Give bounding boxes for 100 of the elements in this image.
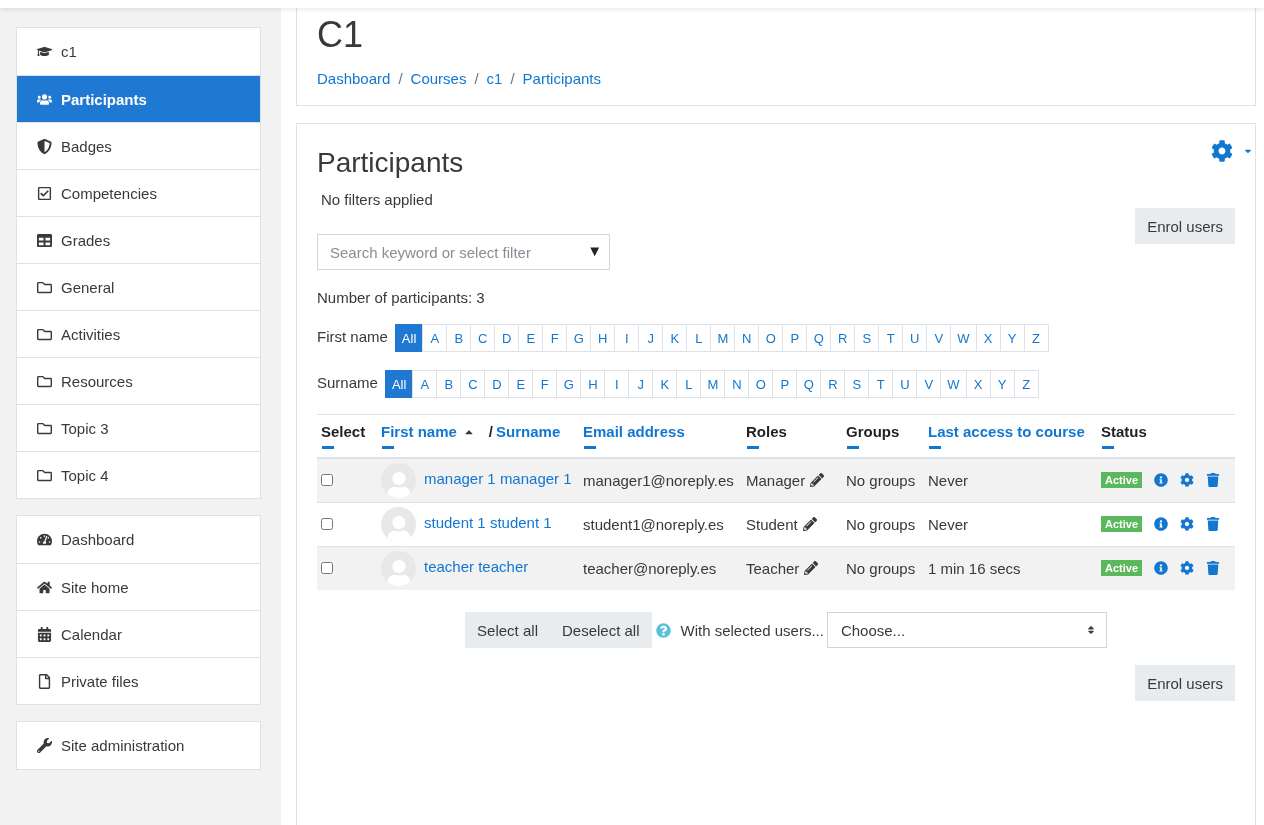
pencil-icon[interactable] — [804, 561, 819, 576]
initial-filter[interactable]: J — [628, 370, 654, 398]
initial-filter[interactable]: U — [902, 324, 928, 352]
column-header[interactable]: Email address — [583, 423, 685, 440]
participant-name-link[interactable]: teacher teacher — [424, 557, 529, 575]
initials-label: Surname — [317, 373, 378, 393]
graduation-cap-icon — [37, 44, 52, 59]
initial-filter[interactable]: D — [484, 370, 510, 398]
initial-filter[interactable]: O — [758, 324, 784, 352]
breadcrumb-separator: / — [474, 70, 479, 87]
initial-filter[interactable]: V — [926, 324, 952, 352]
initial-filter[interactable]: G — [556, 370, 582, 398]
initial-filter[interactable]: R — [830, 324, 856, 352]
settings-menu-button[interactable] — [1211, 140, 1253, 162]
deselect-all-button[interactable]: Deselect all — [549, 612, 652, 648]
shield-icon — [37, 138, 52, 154]
initial-filter[interactable]: K — [652, 370, 678, 398]
initial-filter[interactable]: M — [700, 370, 726, 398]
initial-filter[interactable]: F — [532, 370, 558, 398]
initial-filter[interactable]: N — [724, 370, 750, 398]
initial-filter[interactable]: L — [686, 324, 712, 352]
info-icon[interactable] — [1154, 561, 1169, 576]
initial-filter[interactable]: G — [566, 324, 592, 352]
initial-filter[interactable]: J — [638, 324, 664, 352]
initial-filter[interactable]: A — [412, 370, 438, 398]
last-access-text: Never — [928, 471, 968, 489]
initial-filter[interactable]: W — [950, 324, 977, 352]
settings-icon — [1211, 140, 1233, 162]
folder-icon — [37, 373, 52, 389]
row-checkbox[interactable] — [321, 473, 333, 486]
settings-icon[interactable] — [1180, 473, 1195, 488]
initial-filter[interactable]: L — [676, 370, 702, 398]
initial-filter[interactable]: E — [518, 324, 544, 352]
initial-filter[interactable]: P — [782, 324, 808, 352]
enrol-users-button[interactable]: Enrol users — [1135, 665, 1235, 701]
pencil-icon[interactable] — [810, 473, 825, 488]
settings-icon[interactable] — [1180, 561, 1195, 576]
initial-filter[interactable]: S — [854, 324, 880, 352]
bulk-action-select[interactable]: Choose... — [826, 612, 1107, 648]
row-checkbox[interactable] — [321, 561, 333, 574]
pencil-icon[interactable] — [802, 517, 817, 531]
initial-filter[interactable]: T — [878, 324, 904, 352]
initial-filter[interactable]: X — [975, 324, 1001, 352]
dropdown-arrow[interactable]: ▼ — [587, 242, 602, 259]
initial-filter[interactable]: F — [542, 324, 568, 352]
initial-filter[interactable]: Z — [1023, 324, 1049, 352]
initial-filter[interactable]: U — [892, 370, 918, 398]
initial-filter[interactable]: R — [820, 370, 846, 398]
help-icon[interactable] — [655, 622, 671, 638]
initial-filter[interactable]: X — [965, 370, 991, 398]
initial-filter[interactable]: All — [384, 370, 414, 398]
initial-filter[interactable]: B — [446, 324, 472, 352]
breadcrumb-link[interactable]: c1 — [486, 70, 503, 87]
column-header[interactable]: Last access to course — [928, 423, 1085, 440]
initial-filter[interactable]: V — [916, 370, 942, 398]
initial-filter[interactable]: I — [604, 370, 630, 398]
initial-filter[interactable]: K — [662, 324, 688, 352]
column-header: Groups — [846, 423, 900, 440]
initial-filter[interactable]: Q — [806, 324, 832, 352]
initial-filter[interactable]: M — [710, 324, 736, 352]
trash-icon[interactable] — [1206, 473, 1221, 488]
initial-filter[interactable]: T — [868, 370, 894, 398]
breadcrumb-link[interactable]: Courses — [410, 70, 467, 87]
groups-text: No groups — [846, 471, 916, 489]
column-header[interactable]: First name — [381, 423, 457, 440]
initial-filter[interactable]: Q — [796, 370, 822, 398]
nav-item[interactable]: Participants — [17, 75, 260, 122]
initial-filter[interactable]: All — [394, 324, 424, 352]
initial-filter[interactable]: H — [590, 324, 616, 352]
initial-filter[interactable]: S — [844, 370, 870, 398]
initial-filter[interactable]: I — [614, 324, 640, 352]
initial-filter[interactable]: C — [470, 324, 496, 352]
initial-filter[interactable]: O — [748, 370, 774, 398]
trash-icon[interactable] — [1206, 517, 1221, 531]
initial-filter[interactable]: H — [580, 370, 606, 398]
column-header[interactable]: Surname — [496, 423, 561, 440]
row-checkbox[interactable] — [321, 517, 333, 530]
select-all-button[interactable]: Select all — [465, 612, 550, 648]
sort-arrows-icon — [1085, 625, 1096, 635]
participant-name-link[interactable]: manager 1 manager 1 — [424, 469, 572, 487]
info-icon[interactable] — [1154, 473, 1169, 488]
settings-icon[interactable] — [1180, 517, 1195, 531]
initial-filter[interactable]: B — [436, 370, 462, 398]
breadcrumb-link[interactable]: Participants — [522, 70, 601, 87]
initial-filter[interactable]: Y — [999, 324, 1025, 352]
initial-filter[interactable]: Z — [1013, 370, 1039, 398]
initial-filter[interactable]: P — [772, 370, 798, 398]
breadcrumb-link[interactable]: Dashboard — [317, 70, 391, 87]
initial-filter[interactable]: E — [508, 370, 534, 398]
participant-name-link[interactable]: student 1 student 1 — [424, 513, 552, 531]
initial-filter[interactable]: W — [940, 370, 967, 398]
initial-filter[interactable]: A — [422, 324, 448, 352]
trash-icon[interactable] — [1206, 561, 1221, 576]
initial-filter[interactable]: Y — [989, 370, 1015, 398]
initial-filter[interactable]: N — [734, 324, 760, 352]
initial-filter[interactable]: D — [494, 324, 520, 352]
info-icon[interactable] — [1154, 517, 1169, 531]
enrol-users-button[interactable]: Enrol users — [1135, 208, 1235, 244]
email-text: manager1@noreply.es — [583, 471, 734, 489]
initial-filter[interactable]: C — [460, 370, 486, 398]
